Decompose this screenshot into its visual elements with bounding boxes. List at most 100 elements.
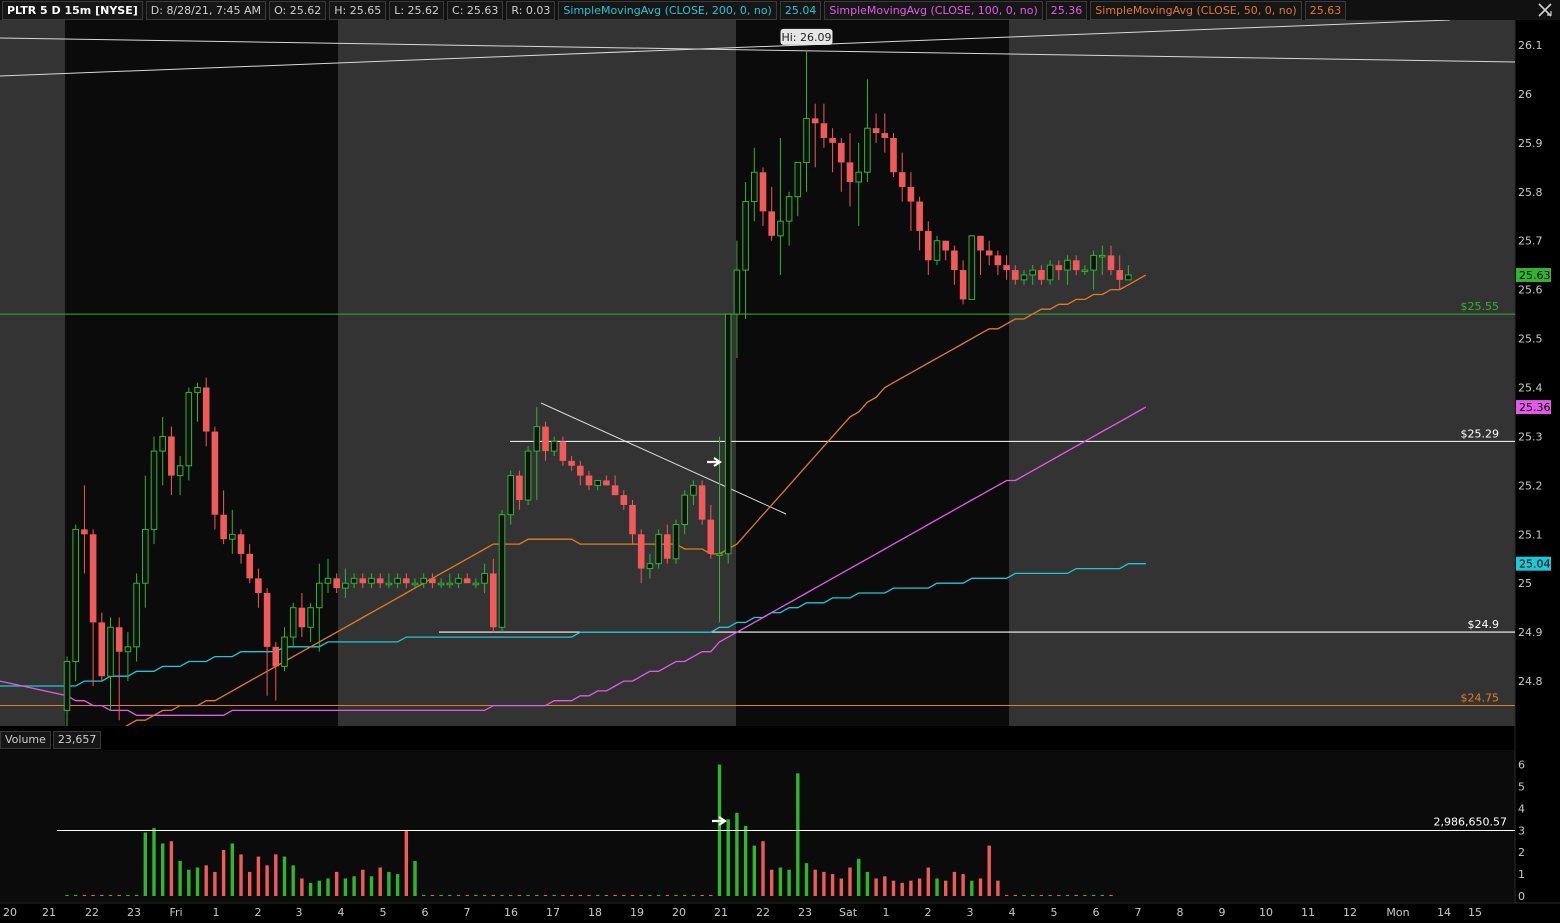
volume-bar[interactable] [509, 894, 513, 896]
volume-bar[interactable] [1074, 894, 1078, 896]
volume-bar[interactable] [343, 878, 348, 896]
volume-bar[interactable] [1100, 894, 1104, 896]
volume-bar[interactable] [300, 878, 304, 896]
volume-bar[interactable] [126, 894, 130, 896]
volume-bar[interactable] [422, 894, 426, 896]
volume-bar[interactable] [152, 828, 156, 896]
volume-bar[interactable] [891, 880, 896, 896]
volume-bar[interactable] [622, 894, 626, 896]
volume-bar[interactable] [169, 841, 174, 896]
volume-bar[interactable] [1031, 894, 1035, 896]
volume-bar[interactable] [430, 894, 435, 896]
volume-bar[interactable] [65, 894, 69, 896]
volume-bar[interactable] [282, 856, 287, 896]
candle[interactable] [698, 480, 706, 525]
volume-bar[interactable] [221, 850, 226, 896]
volume-bar[interactable] [161, 843, 165, 896]
volume-bar[interactable] [865, 871, 870, 896]
candle[interactable] [724, 313, 732, 564]
volume-bar[interactable] [239, 854, 243, 896]
volume-bar[interactable] [683, 894, 687, 896]
volume-bar[interactable] [108, 894, 113, 896]
candle[interactable] [655, 529, 662, 569]
volume-bar[interactable] [883, 876, 887, 896]
volume-bar[interactable] [648, 894, 652, 896]
volume-bar[interactable] [352, 876, 356, 896]
volume-bar[interactable] [578, 894, 582, 896]
volume-bar[interactable] [326, 878, 330, 896]
volume-bar[interactable] [935, 878, 939, 896]
volume-bar[interactable] [970, 880, 974, 896]
volume-bar[interactable] [526, 894, 530, 896]
candle[interactable] [524, 446, 532, 505]
candle[interactable] [498, 509, 506, 633]
volume-bar[interactable] [291, 865, 295, 896]
symbol-label[interactable]: PLTR 5 D 15m [NYSE] [2, 0, 143, 20]
volume-bar[interactable] [874, 878, 878, 896]
volume-bar[interactable] [256, 856, 261, 896]
sma100-legend[interactable]: SimpleMovingAvg (CLOSE, 100, 0, no) [824, 0, 1043, 20]
volume-bar[interactable] [604, 894, 609, 896]
volume-bar[interactable] [691, 894, 696, 896]
volume-bar[interactable] [656, 894, 661, 896]
volume-title[interactable]: Volume [0, 731, 51, 749]
volume-bar[interactable] [361, 869, 365, 896]
volume-bar[interactable] [482, 894, 487, 896]
volume-bar[interactable] [839, 878, 843, 896]
volume-bar[interactable] [996, 880, 1000, 896]
volume-bar[interactable] [830, 874, 835, 896]
volume-bar[interactable] [587, 894, 591, 896]
sma50-legend[interactable]: SimpleMovingAvg (CLOSE, 50, 0, no) [1090, 0, 1302, 20]
volume-bar[interactable] [230, 843, 234, 896]
volume-bar[interactable] [117, 894, 121, 896]
volume-bar[interactable] [735, 812, 739, 896]
volume-bar[interactable] [248, 871, 252, 896]
volume-bar[interactable] [848, 867, 852, 896]
volume-bar[interactable] [369, 876, 374, 896]
volume-bar[interactable] [1065, 894, 1070, 896]
volume-bar[interactable] [561, 894, 565, 896]
volume-bar[interactable] [665, 894, 669, 896]
candle[interactable] [890, 133, 897, 178]
volume-bar[interactable] [952, 871, 957, 896]
volume-bar[interactable] [569, 894, 574, 896]
volume-bar[interactable] [1004, 894, 1009, 896]
volume-bar[interactable] [813, 869, 817, 896]
candle[interactable] [933, 235, 941, 266]
volume-bar[interactable] [613, 894, 617, 896]
volume-bar[interactable] [770, 869, 774, 896]
candle[interactable] [211, 426, 219, 530]
volume-bar[interactable] [796, 773, 800, 896]
candle[interactable] [98, 612, 106, 682]
volume-bar[interactable] [944, 880, 948, 896]
volume-bar[interactable] [900, 882, 904, 896]
volume-bar[interactable] [700, 894, 704, 896]
volume-bar[interactable] [1057, 894, 1061, 896]
volume-bar[interactable] [195, 867, 200, 896]
volume-bar[interactable] [1013, 894, 1017, 896]
volume-bar[interactable] [917, 878, 922, 896]
volume-bar[interactable] [204, 865, 208, 896]
volume-bar[interactable] [761, 841, 765, 896]
chart-canvas[interactable]: $25.55 $25.29 $24.9 $24.75 Hi: 26.09 2,986,6… [0, 0, 1560, 923]
volume-bar[interactable] [74, 894, 78, 896]
volume-bar[interactable] [439, 894, 443, 896]
volume-bar[interactable] [474, 894, 478, 896]
volume-bar[interactable] [752, 845, 756, 896]
volume-bar[interactable] [978, 878, 983, 896]
volume-bar[interactable] [709, 894, 713, 896]
volume-bar[interactable] [552, 894, 556, 896]
volume-bar[interactable] [778, 867, 783, 896]
volume-bar[interactable] [395, 874, 400, 896]
volume-bar[interactable] [909, 880, 913, 896]
volume-bar[interactable] [335, 871, 339, 896]
volume-bar[interactable] [308, 882, 313, 896]
volume-bar[interactable] [926, 867, 930, 896]
volume-bar[interactable] [961, 874, 965, 896]
volume-bar[interactable] [639, 894, 643, 896]
volume-bar[interactable] [674, 894, 678, 896]
candle[interactable] [672, 519, 680, 564]
volume-bar[interactable] [317, 880, 321, 896]
volume-bar[interactable] [987, 845, 991, 896]
volume-bar[interactable] [1039, 894, 1044, 896]
